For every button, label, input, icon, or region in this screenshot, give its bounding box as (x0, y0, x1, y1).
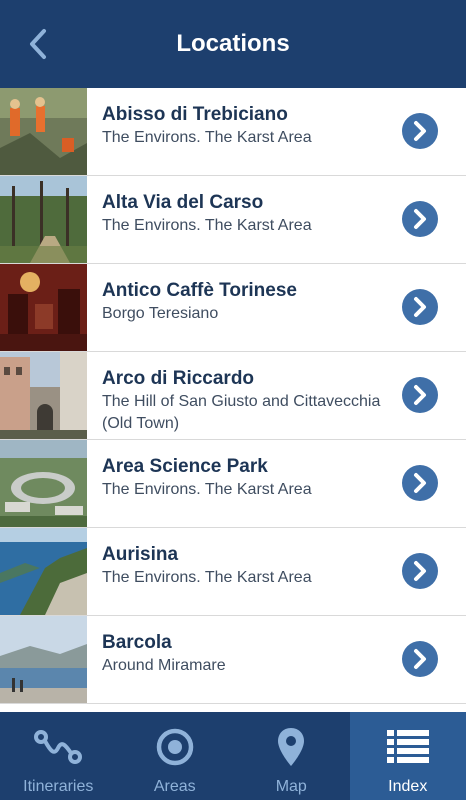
science-park-aerial-photo (0, 440, 87, 527)
seafront-photo (0, 616, 87, 703)
location-name: Aurisina (102, 544, 179, 565)
chevron-right-icon[interactable] (402, 553, 438, 589)
list-item[interactable]: Area Science Park The Environs. The Kars… (0, 440, 466, 528)
app-header: Locations (0, 0, 466, 88)
location-name: Abisso di Trebiciano (102, 104, 288, 125)
cave-rescue-photo (0, 88, 87, 175)
chevron-right-icon[interactable] (402, 465, 438, 501)
target-icon (156, 728, 193, 766)
tab-bar: Itineraries Areas Map Index (0, 712, 466, 800)
tab-itineraries[interactable]: Itineraries (0, 712, 117, 800)
list-icon (386, 730, 429, 763)
location-area: The Environs. The Karst Area (102, 481, 312, 498)
tab-label: Itineraries (23, 778, 94, 795)
location-name: Antico Caffè Torinese (102, 280, 297, 301)
chevron-right-icon[interactable] (402, 377, 438, 413)
list-item[interactable]: Barcola Around Miramare (0, 616, 466, 704)
tab-label: Index (388, 778, 428, 795)
list-item[interactable]: Antico Caffè Torinese Borgo Teresiano (0, 264, 466, 352)
tab-label: Areas (153, 778, 196, 795)
tab-areas[interactable]: Areas (117, 712, 234, 800)
chevron-right-icon[interactable] (402, 641, 438, 677)
location-area: The Environs. The Karst Area (102, 129, 312, 146)
coast-cliffs-photo (0, 528, 87, 615)
cafe-interior-photo (0, 264, 87, 351)
forest-path-photo (0, 176, 87, 263)
location-area: The Environs. The Karst Area (102, 569, 312, 586)
list-item[interactable]: Arco di Riccardo The Hill of San Giusto … (0, 352, 466, 440)
location-area: Around Miramare (102, 657, 226, 674)
location-name: Alta Via del Carso (102, 192, 264, 213)
location-name: Area Science Park (102, 456, 268, 477)
location-area: The Hill of San Giusto and Cittavecchia … (102, 393, 381, 432)
chevron-right-icon[interactable] (402, 289, 438, 325)
tab-index[interactable]: Index (349, 712, 466, 800)
tab-label: Map (275, 778, 307, 795)
roman-arch-photo (0, 352, 87, 439)
list-item[interactable]: Abisso di Trebiciano The Environs. The K… (0, 88, 466, 176)
locations-list: Abisso di Trebiciano The Environs. The K… (0, 88, 466, 712)
list-item[interactable]: Aurisina The Environs. The Karst Area (0, 528, 466, 616)
page-title: Locations (176, 30, 290, 57)
location-area: Borgo Teresiano (102, 305, 219, 322)
route-icon (34, 730, 83, 764)
location-area: The Environs. The Karst Area (102, 217, 312, 234)
location-name: Arco di Riccardo (102, 368, 255, 389)
list-item[interactable]: Alta Via del Carso The Environs. The Kar… (0, 176, 466, 264)
map-pin-icon (278, 728, 305, 766)
chevron-right-icon[interactable] (402, 113, 438, 149)
tab-map[interactable]: Map (233, 712, 350, 800)
location-name: Barcola (102, 632, 172, 653)
chevron-right-icon[interactable] (402, 201, 438, 237)
